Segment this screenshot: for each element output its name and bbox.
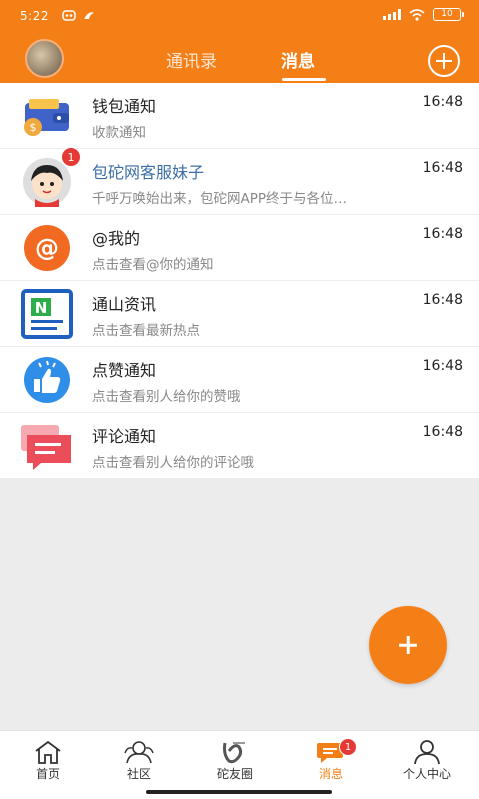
header-bar: 5:22 10 通讯录 消息 (0, 0, 479, 83)
app-screen: 5:22 10 通讯录 消息 $ 钱包通知 收款通知 16:48 1 包砣网客服… (0, 0, 479, 799)
message-title: 包砣网客服妹子 (92, 163, 205, 182)
nav-home[interactable]: 首页 (0, 731, 96, 791)
tab-messages[interactable]: 消息 (281, 47, 315, 72)
message-title: 钱包通知 (92, 97, 157, 116)
app-notification-icon (84, 12, 94, 19)
nav-unread-badge: 1 (339, 738, 357, 756)
unread-badge: 1 (61, 147, 81, 167)
nav-label: 砣友圈 (216, 767, 253, 781)
svg-text:@: @ (35, 234, 59, 262)
friends-circle-icon (223, 742, 245, 764)
add-icon[interactable] (428, 45, 460, 77)
news-icon: N (21, 289, 73, 339)
message-item-news[interactable]: N 通山资讯 点击查看最新热点 16:48 (0, 281, 479, 347)
message-subtitle: 千呼万唤始出来，包砣网APP终于与各位… (92, 191, 348, 207)
message-title: 通山资讯 (92, 295, 157, 314)
message-item-likes[interactable]: 点赞通知 点击查看别人给你的赞哦 16:48 (0, 347, 479, 413)
thumbs-up-icon (24, 357, 70, 403)
home-indicator[interactable] (146, 790, 332, 794)
message-list: $ 钱包通知 收款通知 16:48 1 包砣网客服妹子 千呼万唤始出来，包砣网A… (0, 83, 479, 479)
nav-label: 消息 (318, 767, 343, 781)
wallet-icon: $ (24, 99, 69, 136)
message-subtitle: 点击查看最新热点 (92, 323, 200, 339)
tab-contacts[interactable]: 通讯录 (166, 47, 217, 72)
message-item-mentions[interactable]: @ @我的 点击查看@你的通知 16:48 (0, 215, 479, 281)
nav-label: 首页 (35, 767, 60, 781)
floating-add-button[interactable] (369, 606, 447, 684)
message-time: 16:48 (422, 160, 463, 176)
message-subtitle: 点击查看别人给你的评论哦 (92, 455, 254, 471)
svg-text:N: N (35, 299, 48, 317)
comment-icon (21, 425, 71, 470)
active-tab-indicator (282, 78, 326, 81)
message-time: 16:48 (422, 292, 463, 308)
home-icon (35, 740, 61, 764)
nav-label: 社区 (126, 767, 151, 781)
message-title: 点赞通知 (92, 361, 157, 380)
nav-friends-circle[interactable]: 砣友圈 (187, 731, 283, 791)
signal-icon (383, 9, 401, 20)
svg-text:$: $ (30, 121, 37, 134)
message-time: 16:48 (422, 226, 463, 242)
message-title: 评论通知 (92, 427, 157, 446)
message-subtitle: 点击查看@你的通知 (92, 257, 214, 273)
wifi-icon (409, 8, 425, 21)
message-time: 16:48 (422, 424, 463, 440)
status-bar: 5:22 10 (0, 0, 479, 34)
message-time: 16:48 (422, 358, 463, 374)
message-subtitle: 点击查看别人给你的赞哦 (92, 389, 241, 405)
bottom-navigation: 首页 社区 砣友圈 1 消息 个人中心 (0, 730, 479, 799)
link-icon (62, 9, 76, 21)
message-title: @我的 (92, 229, 141, 248)
message-item-wallet[interactable]: $ 钱包通知 收款通知 16:48 (0, 83, 479, 149)
nav-label: 个人中心 (402, 767, 451, 781)
message-item-customer-service[interactable]: 1 包砣网客服妹子 千呼万唤始出来，包砣网APP终于与各位… 16:48 (0, 147, 479, 215)
nav-community[interactable]: 社区 (91, 731, 187, 791)
battery-icon: 10 (433, 8, 464, 21)
at-icon: @ (24, 225, 70, 271)
nav-messages[interactable]: 1 消息 (283, 731, 379, 791)
person-icon (414, 740, 440, 765)
nav-profile[interactable]: 个人中心 (379, 731, 475, 791)
status-time: 5:22 (20, 9, 49, 23)
message-time: 16:48 (422, 94, 463, 110)
message-item-comments[interactable]: 评论通知 点击查看别人给你的评论哦 16:48 (0, 413, 479, 479)
user-avatar[interactable] (25, 39, 64, 78)
message-subtitle: 收款通知 (92, 125, 146, 141)
community-icon (124, 741, 154, 764)
